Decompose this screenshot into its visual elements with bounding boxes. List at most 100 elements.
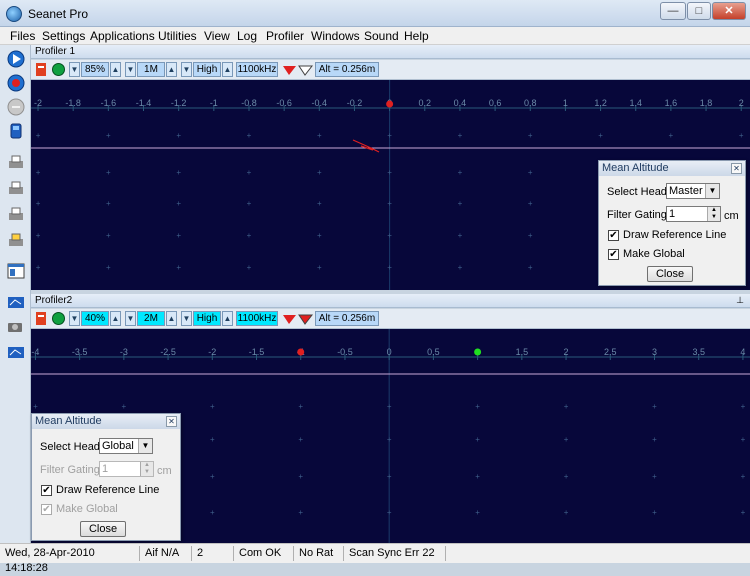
- filter-gating-input[interactable]: 1 ▲ ▼: [666, 206, 721, 222]
- menu-sound[interactable]: Sound: [364, 29, 399, 43]
- close-window-button[interactable]: ✕: [712, 2, 746, 20]
- grid-mark: +: [317, 231, 322, 240]
- sonar-head-icon[interactable]: [6, 121, 26, 141]
- freq-mode-value[interactable]: High: [193, 62, 221, 77]
- menu-profiler[interactable]: Profiler: [266, 29, 304, 43]
- freq-mode-up-button[interactable]: ▲: [222, 62, 233, 77]
- profiler1-header: Profiler 1: [31, 45, 750, 59]
- grid-mark: +: [652, 472, 657, 481]
- x-tick-label: 1.8: [700, 98, 713, 108]
- transducer-heads-icon[interactable]: [281, 63, 315, 77]
- gain-up-button[interactable]: ▲: [110, 311, 121, 326]
- frequency-value[interactable]: 1100kHz: [236, 62, 278, 77]
- grid-mark: +: [387, 199, 392, 208]
- maximize-button[interactable]: □: [687, 2, 711, 20]
- freq-mode-up-button[interactable]: ▲: [222, 311, 233, 326]
- range-value[interactable]: 1M: [137, 62, 165, 77]
- gain-value[interactable]: 85%: [81, 62, 109, 77]
- grid-mark: +: [298, 472, 303, 481]
- spin-buttons[interactable]: ▲ ▼: [707, 207, 720, 221]
- printer-icon[interactable]: [6, 179, 26, 199]
- gain-up-button[interactable]: ▲: [110, 62, 121, 77]
- grid-mark: +: [739, 131, 744, 140]
- head-settings-icon[interactable]: [34, 311, 48, 326]
- menu-help[interactable]: Help: [404, 29, 429, 43]
- grid-mark: +: [106, 168, 111, 177]
- gain-down-button[interactable]: ▼: [69, 62, 80, 77]
- menu-log[interactable]: Log: [237, 29, 257, 43]
- menu-windows[interactable]: Windows: [311, 29, 360, 43]
- play-icon[interactable]: [6, 49, 26, 69]
- window-layout-icon[interactable]: [6, 261, 26, 281]
- close-icon[interactable]: ✕: [166, 416, 177, 427]
- x-tick-label: -1.8: [65, 98, 81, 108]
- grid-mark: +: [317, 199, 322, 208]
- status-aif: Aif N/A: [142, 546, 192, 561]
- grid-mark: +: [247, 131, 252, 140]
- grid-mark: +: [387, 168, 392, 177]
- profiler2-toolbar: ▼ 40% ▲ ▼ 2M ▲ ▼ High ▲ 1100kHz Alt = 0.…: [31, 309, 750, 329]
- minimize-button[interactable]: —: [660, 2, 686, 20]
- pin-icon[interactable]: ⊥: [736, 294, 744, 307]
- camera-icon[interactable]: [6, 317, 26, 337]
- printer-icon[interactable]: [6, 205, 26, 225]
- grid-mark: +: [387, 435, 392, 444]
- x-tick-label: -1.4: [136, 98, 152, 108]
- grid-mark: +: [564, 402, 569, 411]
- range-down-button[interactable]: ▼: [125, 311, 136, 326]
- grid-mark: +: [564, 435, 569, 444]
- make-global-checkbox[interactable]: ✔: [608, 249, 619, 260]
- title-bar: Seanet Pro — □ ✕: [0, 0, 750, 27]
- x-tick-label: 1.2: [594, 98, 607, 108]
- draw-reference-line-checkbox[interactable]: ✔: [608, 230, 619, 241]
- grid-mark: +: [387, 508, 392, 517]
- grid-mark: +: [387, 472, 392, 481]
- x-tick-label: -0.2: [347, 98, 363, 108]
- sonar-display-icon[interactable]: [6, 293, 26, 313]
- head-settings-icon[interactable]: [34, 62, 48, 77]
- grid-mark: +: [475, 508, 480, 517]
- menu-applications[interactable]: Applications: [90, 29, 155, 43]
- grid-mark: +: [475, 472, 480, 481]
- close-icon[interactable]: ✕: [731, 163, 742, 174]
- x-tick-label: -0.5: [337, 347, 353, 357]
- grid-mark: +: [458, 168, 463, 177]
- draw-reference-line-checkbox[interactable]: ✔: [41, 485, 52, 496]
- gain-down-button[interactable]: ▼: [69, 311, 80, 326]
- x-tick-label: -2: [34, 98, 42, 108]
- transducer-heads-icon[interactable]: [281, 312, 315, 326]
- gain-value[interactable]: 40%: [81, 311, 109, 326]
- range-down-button[interactable]: ▼: [125, 62, 136, 77]
- grid-mark: +: [36, 199, 41, 208]
- close-button[interactable]: Close: [647, 266, 693, 282]
- menu-files[interactable]: Files: [10, 29, 35, 43]
- menu-utilities[interactable]: Utilities: [158, 29, 197, 43]
- head-marker-red: [386, 100, 394, 108]
- printer-icon[interactable]: [6, 153, 26, 173]
- menu-view[interactable]: View: [204, 29, 230, 43]
- menu-settings[interactable]: Settings: [42, 29, 85, 43]
- range-value[interactable]: 2M: [137, 311, 165, 326]
- x-tick-label: -3: [120, 347, 128, 357]
- grid-mark: +: [387, 402, 392, 411]
- grid-mark: +: [652, 435, 657, 444]
- grid-mark: +: [458, 131, 463, 140]
- range-up-button[interactable]: ▲: [166, 62, 177, 77]
- close-button[interactable]: Close: [80, 521, 126, 537]
- sonar-display-icon[interactable]: [6, 343, 26, 363]
- frequency-value[interactable]: 1100kHz: [236, 311, 278, 326]
- grid-mark: +: [122, 402, 127, 411]
- mean-altitude-dialog-1: Mean Altitude ✕ Select Heads Master ▼ Filt…: [598, 160, 746, 286]
- freq-mode-down-button[interactable]: ▼: [181, 311, 192, 326]
- grid-mark: +: [475, 402, 480, 411]
- range-up-button[interactable]: ▲: [166, 311, 177, 326]
- freq-mode-down-button[interactable]: ▼: [181, 62, 192, 77]
- stop-icon[interactable]: [6, 97, 26, 117]
- x-tick-label: -1: [210, 98, 218, 108]
- record-icon[interactable]: [6, 73, 26, 93]
- select-heads-dropdown[interactable]: Global ▼: [99, 438, 153, 454]
- print-settings-icon[interactable]: [6, 231, 26, 251]
- freq-mode-value[interactable]: High: [193, 311, 221, 326]
- make-global-label: Make Global: [56, 503, 118, 515]
- select-heads-dropdown[interactable]: Master ▼: [666, 183, 720, 199]
